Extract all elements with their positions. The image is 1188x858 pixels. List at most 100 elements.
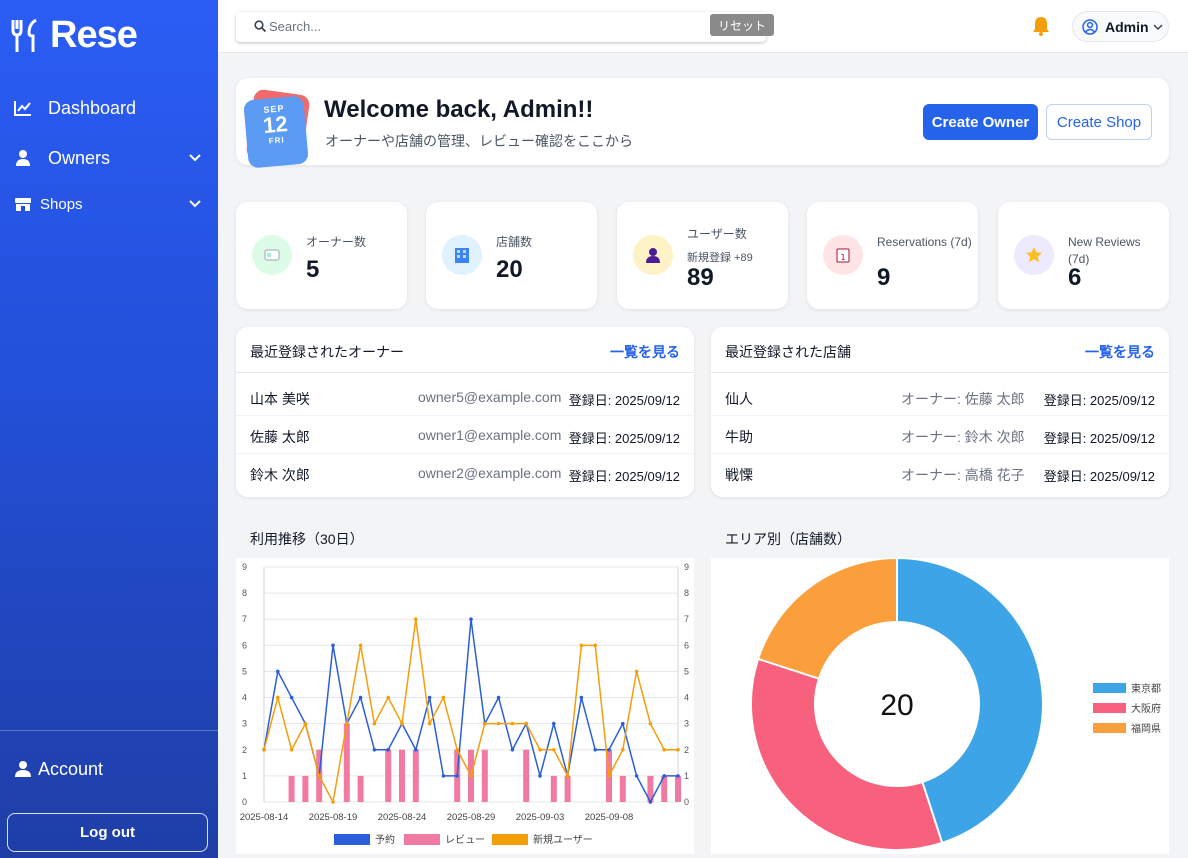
data-point <box>358 695 363 700</box>
stat-label: ユーザー数 <box>687 227 747 241</box>
table-row[interactable]: 戦慄 オーナー: 高橋 花子 登録日: 2025/09/12 <box>711 454 1169 492</box>
data-point <box>524 721 528 726</box>
data-point <box>552 721 556 726</box>
svg-text:1: 1 <box>840 253 845 262</box>
data-point <box>441 695 446 700</box>
data-point <box>607 774 611 778</box>
x-tick-label: 2025-08-24 <box>378 812 427 823</box>
sidebar-item-label: Dashboard <box>48 97 137 118</box>
shop-name: 戦慄 <box>725 467 753 483</box>
create-shop-button[interactable]: Create Shop <box>1046 104 1152 140</box>
card-header: 最近登録された店舗 一覧を見る <box>711 327 1169 373</box>
x-tick-label: 2025-09-08 <box>585 812 634 823</box>
center-label: 20 <box>880 689 913 722</box>
stat-card-reviews: New Reviews (7d) 6 <box>998 202 1169 309</box>
area-chart-svg: 20 東京都大阪府福岡県 <box>750 556 1161 851</box>
registered-date: 登録日: 2025/09/12 <box>568 431 680 446</box>
stat-value: 6 <box>1068 264 1082 291</box>
stat-label: Reservations (7d) <box>877 235 972 249</box>
data-point <box>400 721 404 726</box>
legend-label: 福岡県 <box>1131 722 1161 735</box>
user-icon <box>15 761 31 777</box>
sidebar-item-account[interactable]: Account <box>0 757 218 781</box>
registered-date: 登録日: 2025/09/12 <box>1043 393 1155 408</box>
owner-email: owner5@example.com <box>418 389 562 405</box>
data-point <box>510 747 515 752</box>
data-point <box>607 747 611 752</box>
y-tick-label-right: 0 <box>684 797 689 807</box>
legend-swatch <box>334 834 370 845</box>
reset-button[interactable]: リセット <box>710 14 774 36</box>
create-owner-button[interactable]: Create Owner <box>923 104 1038 140</box>
table-row[interactable]: 仙人 オーナー: 佐藤 太郎 登録日: 2025/09/12 <box>711 378 1169 416</box>
stat-card-owners: オーナー数 5 <box>236 202 407 309</box>
stat-icon-circle <box>633 235 673 275</box>
card-header: 最近登録されたオーナー 一覧を見る <box>236 327 694 373</box>
sidebar-item-shops[interactable]: Shops <box>0 194 218 214</box>
owner-email: owner1@example.com <box>418 427 562 443</box>
y-tick-label-left: 5 <box>242 666 247 676</box>
user-name: Admin <box>1105 19 1149 35</box>
chart-line-icon <box>14 101 31 116</box>
data-point <box>441 774 446 778</box>
shop-name: 牛助 <box>725 429 753 445</box>
data-point <box>372 721 377 726</box>
y-tick-label-left: 3 <box>242 719 247 729</box>
usage-chart-title: 利用推移（30日） <box>250 531 364 547</box>
recent-shops-card: 最近登録された店舗 一覧を見る 仙人 オーナー: 佐藤 太郎 登録日: 2025… <box>711 327 1169 497</box>
data-point <box>386 747 390 752</box>
y-tick-label-right: 9 <box>684 562 689 572</box>
usage-chart: 0 0 1 1 2 2 3 3 4 4 5 5 6 6 7 7 8 8 9 9 2025-08-14 2025-08-19… <box>236 558 694 854</box>
bar-review <box>481 749 488 802</box>
building-icon <box>455 248 469 263</box>
legend-swatch <box>1093 723 1126 733</box>
chevron-down-icon[interactable] <box>188 151 202 165</box>
page-subtitle: オーナーや店舗の管理、レビュー確認をここから <box>325 133 633 149</box>
shop-owner: オーナー: 高橋 花子 <box>901 467 1025 483</box>
data-point <box>427 721 432 726</box>
y-tick-label-left: 2 <box>242 745 247 755</box>
utensils-icon <box>11 18 37 52</box>
table-row[interactable]: 牛助 オーナー: 鈴木 次郎 登録日: 2025/09/12 <box>711 416 1169 454</box>
table-row[interactable]: 佐藤 太郎 owner1@example.com 登録日: 2025/09/12 <box>236 416 694 454</box>
logout-button[interactable]: Log out <box>7 813 208 852</box>
search-bar[interactable]: Search... リセット <box>236 12 774 42</box>
brand[interactable]: Rese <box>10 14 138 57</box>
y-tick-label-right: 8 <box>684 588 689 598</box>
card-title: 最近登録された店舗 <box>725 344 851 360</box>
bar-review <box>385 749 392 802</box>
id-card-icon <box>264 249 280 261</box>
sidebar-item-label: Owners <box>48 147 111 168</box>
table-row[interactable]: 鈴木 次郎 owner2@example.com 登録日: 2025/09/12 <box>236 454 694 492</box>
recent-owners-card: 最近登録されたオーナー 一覧を見る 山本 美咲 owner5@example.c… <box>236 327 694 497</box>
legend-label: 新規ユーザー <box>533 833 593 846</box>
legend-swatch <box>1093 683 1126 693</box>
view-all-shops-link[interactable]: 一覧を見る <box>1085 342 1155 362</box>
user-menu[interactable]: Admin <box>1072 11 1169 42</box>
data-point <box>538 747 542 752</box>
view-all-owners-link[interactable]: 一覧を見る <box>610 342 680 362</box>
data-point <box>662 774 666 778</box>
y-tick-label-right: 4 <box>684 693 689 703</box>
registered-date: 登録日: 2025/09/12 <box>1043 469 1155 484</box>
chevron-down-icon[interactable] <box>188 197 202 211</box>
sidebar-item-owners[interactable]: Owners <box>0 146 218 170</box>
bar-review <box>550 775 557 802</box>
sidebar: Rese Dashboard Owners Shops Account Log … <box>0 0 218 858</box>
data-point <box>579 695 584 700</box>
sidebar-item-label: Shops <box>40 195 83 213</box>
y-tick-label-left: 1 <box>242 771 247 781</box>
owner-name: 佐藤 太郎 <box>250 429 310 445</box>
table-row[interactable]: 山本 美咲 owner5@example.com 登録日: 2025/09/12 <box>236 378 694 416</box>
search-input[interactable]: Search... <box>269 19 321 34</box>
stat-sublabel: 新規登録 +89 <box>687 252 753 264</box>
sidebar-item-dashboard[interactable]: Dashboard <box>0 96 218 120</box>
legend-label: 東京都 <box>1131 682 1161 695</box>
data-point <box>483 721 487 726</box>
y-tick-label-right: 7 <box>684 614 689 624</box>
topbar: Search... リセット Admin <box>218 0 1188 53</box>
data-point <box>386 695 390 700</box>
bar-review <box>412 749 419 802</box>
data-point <box>345 721 349 726</box>
bell-icon[interactable] <box>1032 16 1050 36</box>
